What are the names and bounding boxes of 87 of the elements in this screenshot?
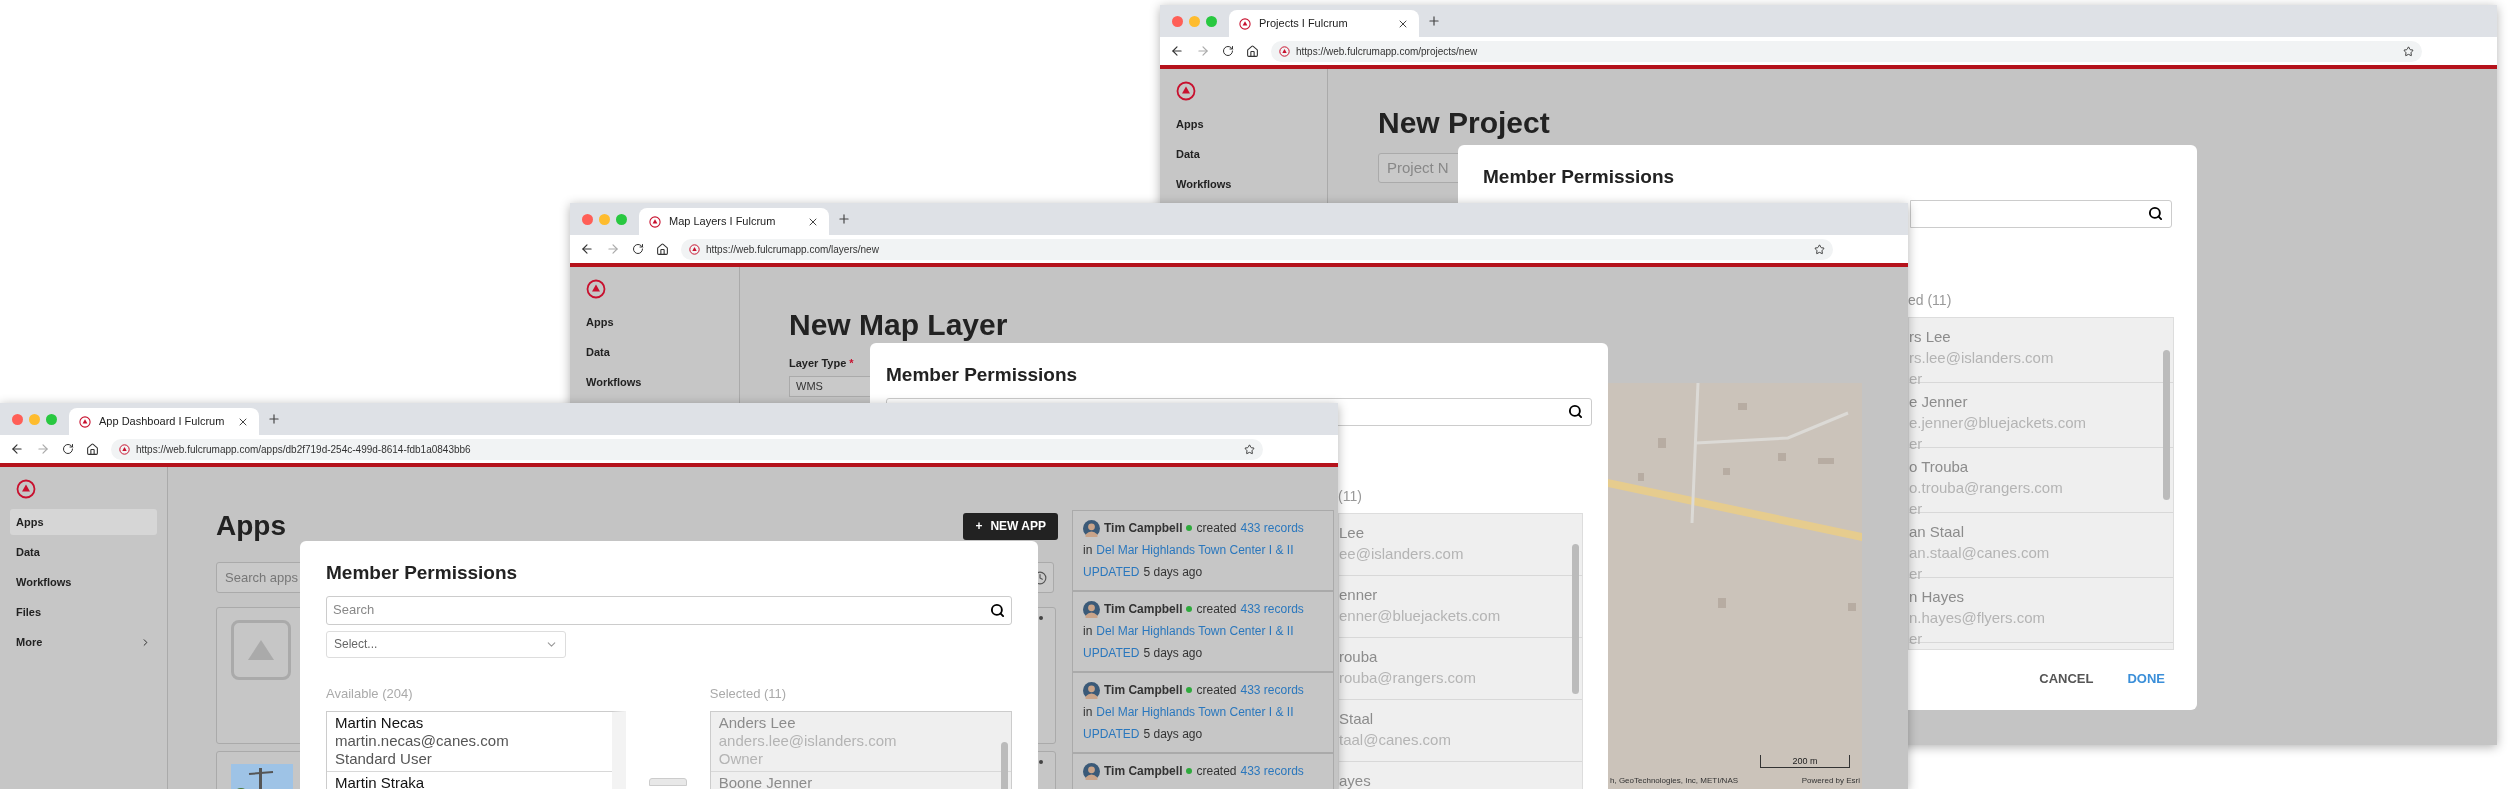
field-label: Layer Type [789,356,847,371]
available-heading: Available (204) [326,684,414,703]
time-text: 5 days ago [1143,645,1203,662]
member-name: Martin Straka [335,774,426,789]
sidebar-item[interactable]: Apps [10,509,157,535]
placeholder-text: Project N [1387,157,1449,178]
scale-bar: 200 m [1760,755,1850,768]
sidebar-item[interactable]: Files [10,599,157,625]
placeholder-text: Search [333,601,375,620]
page-title: New Map Layer [789,307,1009,343]
sidebar-item[interactable]: Workflows [10,569,157,595]
member-name: rouba [1339,646,1379,667]
member-name: Boone Jenner [718,774,814,789]
sidebar-item[interactable]: Workflows [580,369,729,395]
status-text: UPDATED [1083,726,1140,743]
browser-tab[interactable]: Projects I Fulcrum [1229,10,1419,37]
preposition-text: in [1083,704,1093,721]
member-role: er [1909,498,1924,519]
address-bar[interactable]: https://web.fulcrumapp.com/layers/new [681,238,1833,260]
member-name: rs Lee [1909,326,1952,347]
selected-heading: ed (11) [1908,290,1953,310]
member-role: Standard User [335,750,433,768]
action-text: created [1196,682,1237,699]
address-bar[interactable]: https://web.fulcrumapp.com/apps/db2f719d-254c-499d-8614-fdb1a0843bb6 [111,438,1263,460]
modal-title: Member Permissions [885,363,1079,387]
member-name: n Hayes [1909,586,1966,607]
preposition-text: in [1083,542,1093,559]
status-text: UPDATED [1083,645,1140,662]
member-name: enner [1339,584,1379,605]
member-email: rouba@rangers.com [1339,667,1477,688]
preposition-text: in [1083,623,1093,640]
search-field[interactable]: Search [326,595,1012,625]
sidebar-item[interactable]: Apps [580,309,729,335]
browser-tab[interactable]: App Dashboard I Fulcrum [69,408,259,435]
member-name: Lee [1339,522,1366,543]
role-select[interactable]: Select... [326,630,566,658]
member-email: taal@canes.com [1339,729,1452,750]
member-name: an Staal [1909,521,1966,542]
cancel-button[interactable]: CANCEL [2039,668,2094,688]
member-email: martin.necas@canes.com [335,732,510,750]
selected-heading: (11) [1338,486,1363,506]
new-app-button[interactable]: + NEW APP [963,512,1058,540]
action-text: created [1196,763,1237,780]
user-name: Tim Campbell [1104,763,1183,780]
required-mark: * [849,356,854,371]
member-email: e.jenner@bluejackets.com [1909,412,2087,433]
member-email: enner@bluejackets.com [1339,605,1502,626]
time-text: 5 days ago [1143,726,1203,743]
modal-title: Member Permissions [326,561,519,585]
member-name: o Trouba [1909,456,1970,477]
member-role: er [1909,433,1924,454]
member-role: er [1909,368,1924,389]
sidebar-item[interactable]: Data [10,539,157,565]
time-text: 5 days ago [1143,564,1203,581]
member-email: anders.lee@islanders.com [718,732,898,750]
status-text: UPDATED [1083,564,1140,581]
member-email: rs.lee@islanders.com [1909,347,2055,368]
member-role: Owner [718,750,764,768]
member-role: er [1909,628,1924,649]
user-name: Tim Campbell [1104,520,1183,537]
member-email: o.trouba@rangers.com [1909,477,2064,498]
action-text: created [1196,520,1237,537]
sidebar-item[interactable]: Apps [1170,111,1317,137]
selected-heading: Selected (11) [709,684,788,703]
member-role: er [1909,563,1924,584]
sidebar-item[interactable]: Workflows [1170,171,1317,197]
user-name: Tim Campbell [1104,601,1183,618]
page-title: Apps [216,509,286,543]
browser-tab[interactable]: Map Layers I Fulcrum [639,208,829,235]
map-credit: Powered by Esri [1801,775,1860,787]
sidebar-item[interactable]: Data [1170,141,1317,167]
member-name: e Jenner [1909,391,1969,412]
member-name: ayes [1339,770,1372,789]
sidebar-item[interactable]: More [10,629,157,655]
map-attribution: h, GeoTechnologies, Inc, METI/NAS [1610,775,1739,787]
member-email: n.hayes@flyers.com [1909,607,2047,628]
user-name: Tim Campbell [1104,682,1183,699]
page-title: New Project [1378,105,1551,141]
member-email: an.staal@canes.com [1909,542,2051,563]
member-name: Anders Lee [718,714,797,732]
member-name: Staal [1339,708,1375,729]
address-bar[interactable]: https://web.fulcrumapp.com/projects/new [1271,40,2422,62]
placeholder-text: Search apps [225,568,298,587]
member-email: ee@islanders.com [1339,543,1465,564]
sidebar-item[interactable]: Data [580,339,729,365]
action-text: created [1196,601,1237,618]
member-name: Martin Necas [335,714,425,732]
